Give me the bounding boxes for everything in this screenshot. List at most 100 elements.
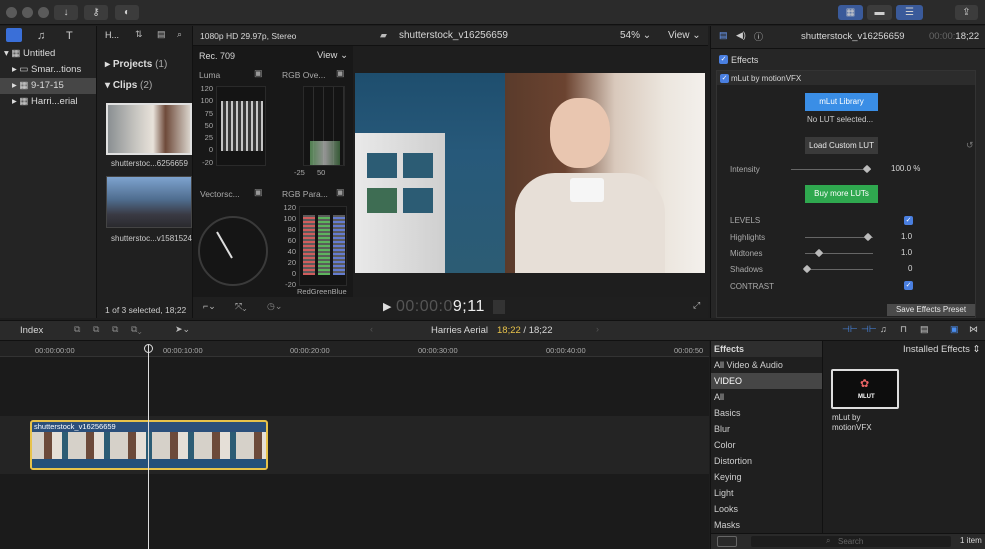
- play-button[interactable]: ▶: [383, 300, 391, 313]
- scope-settings-icon[interactable]: ▣: [336, 68, 345, 79]
- effects-category-item[interactable]: Color: [711, 437, 822, 453]
- effects-search-field[interactable]: ⌕ Search: [751, 536, 951, 547]
- transitions-browser-icon[interactable]: ⋈: [969, 324, 978, 335]
- highlights-slider[interactable]: [805, 237, 873, 238]
- library-icon[interactable]: [6, 28, 22, 42]
- luma-scope-title: Luma: [199, 70, 221, 80]
- skimming-icon[interactable]: ⊣⊢: [842, 324, 858, 335]
- load-custom-lut-button[interactable]: Load Custom LUT: [805, 137, 878, 154]
- clips-section[interactable]: ▾ Clips (2): [105, 80, 152, 91]
- speed-icon[interactable]: ◷⌄: [267, 301, 282, 312]
- clip-thumbnail-2[interactable]: [106, 176, 192, 228]
- grid-icon: ▦: [845, 7, 856, 18]
- mlut-effect-thumbnail[interactable]: ✿ MLUT: [831, 369, 899, 409]
- overwrite-clip-icon[interactable]: ⧉⌄: [131, 324, 142, 335]
- crop-tool-icon[interactable]: ⌐⌄: [203, 301, 216, 312]
- effects-category-item[interactable]: Masks: [711, 517, 822, 529]
- audio-inspector-icon[interactable]: ◀): [736, 30, 746, 41]
- intensity-slider[interactable]: [791, 169, 871, 170]
- back-arrow-icon[interactable]: ‹: [370, 324, 373, 334]
- viewer-video-frame[interactable]: [355, 73, 705, 273]
- clip-filmstrip: [32, 432, 266, 459]
- scope-view-menu[interactable]: View ⌄: [317, 50, 348, 61]
- library-item-untitled[interactable]: ▾ ▦ Untitled: [4, 46, 55, 62]
- library-item-smart-collections[interactable]: ▸ ▭ Smar...tions: [12, 62, 81, 78]
- effects-category-item[interactable]: All: [711, 389, 822, 405]
- library-item-event-9-17-15[interactable]: ▸ ▦ 9-17-15: [0, 78, 96, 94]
- minimize-window-button[interactable]: [22, 7, 33, 18]
- intensity-value[interactable]: 100.0 %: [891, 164, 920, 173]
- append-clip-icon[interactable]: ⧉: [112, 324, 118, 335]
- timeline-clip[interactable]: shutterstock_v16256659: [30, 420, 268, 470]
- installed-effects-menu[interactable]: Installed Effects ⇕: [903, 344, 981, 355]
- connect-clip-icon[interactable]: ⧉: [74, 324, 80, 335]
- contrast-checkbox[interactable]: ✓: [904, 281, 913, 290]
- effects-browser-icon[interactable]: ▣: [950, 324, 959, 335]
- libraries-layout-button[interactable]: ▦: [838, 5, 863, 20]
- import-button[interactable]: ↓: [54, 5, 78, 20]
- effects-category-item[interactable]: Light: [711, 485, 822, 501]
- reset-icon[interactable]: ↺: [966, 140, 974, 151]
- effects-category-item[interactable]: Keying: [711, 469, 822, 485]
- highlights-value[interactable]: 1.0: [901, 232, 912, 241]
- midtones-knob[interactable]: [814, 248, 824, 258]
- timeline[interactable]: 00:00:00:00 00:00:10:00 00:00:20:00 00:0…: [0, 341, 709, 549]
- zoom-dropdown[interactable]: 54% ⌄: [620, 30, 651, 41]
- close-window-button[interactable]: [6, 7, 17, 18]
- shadows-slider[interactable]: [805, 269, 873, 270]
- keywords-button[interactable]: ⚷: [84, 5, 108, 20]
- forward-arrow-icon[interactable]: ›: [596, 324, 599, 334]
- effects-category-item[interactable]: VIDEO: [711, 373, 822, 389]
- info-inspector-icon[interactable]: ⓘ: [754, 30, 763, 43]
- scope-settings-icon[interactable]: ▣: [336, 187, 345, 198]
- zoom-window-button[interactable]: [38, 7, 49, 18]
- save-effects-preset-button[interactable]: Save Effects Preset: [887, 304, 975, 316]
- share-button[interactable]: ⇪: [955, 5, 978, 20]
- mlut-effect-checkbox[interactable]: ✓: [720, 74, 729, 83]
- timeline-layout-button[interactable]: ▬: [867, 5, 892, 20]
- filmstrip-icon[interactable]: ▤: [157, 29, 166, 40]
- levels-checkbox[interactable]: ✓: [904, 216, 913, 225]
- projects-section[interactable]: ▸ Projects (1): [105, 59, 167, 70]
- scope-settings-icon[interactable]: ▣: [254, 187, 263, 198]
- clip-appearance-icon[interactable]: ▤: [920, 324, 929, 335]
- effects-category-item[interactable]: Blur: [711, 421, 822, 437]
- sort-icon[interactable]: ⇅: [135, 29, 143, 40]
- fullscreen-icon[interactable]: ⤢: [693, 300, 700, 311]
- background-tasks-button[interactable]: ◐: [115, 5, 139, 20]
- playhead[interactable]: [148, 345, 149, 549]
- search-icon[interactable]: ⌕: [177, 29, 182, 40]
- shadows-value[interactable]: 0: [908, 264, 912, 273]
- library-item-harries-aerial[interactable]: ▸ ▦ Harri...erial: [12, 94, 78, 110]
- sidebar-toggle-icon[interactable]: [717, 536, 737, 547]
- highlights-knob[interactable]: [863, 232, 873, 242]
- audio-meter-icon: [493, 300, 505, 314]
- mlut-library-button[interactable]: mLut Library: [805, 93, 878, 111]
- photos-icon[interactable]: ♫: [37, 30, 45, 42]
- transform-tool-icon[interactable]: ⤧⌄: [235, 301, 246, 312]
- titles-icon[interactable]: T: [66, 30, 73, 42]
- effects-category-item[interactable]: Distortion: [711, 453, 822, 469]
- buy-more-luts-button[interactable]: Buy more LUTs: [805, 185, 878, 203]
- insert-clip-icon[interactable]: ⧉: [93, 324, 99, 335]
- effects-category-item[interactable]: All Video & Audio: [711, 357, 822, 373]
- viewer-view-menu[interactable]: View ⌄: [668, 30, 701, 41]
- intensity-knob[interactable]: [862, 164, 872, 174]
- midtones-value[interactable]: 1.0: [901, 248, 912, 257]
- browser-header[interactable]: H...: [105, 30, 119, 40]
- effects-category-item[interactable]: Basics: [711, 405, 822, 421]
- clip-thumbnail-1[interactable]: [106, 103, 192, 155]
- scope-settings-icon[interactable]: ▣: [254, 68, 263, 79]
- video-inspector-icon[interactable]: ▤: [719, 30, 728, 41]
- effects-checkbox[interactable]: ✓: [719, 55, 728, 64]
- effects-category-item[interactable]: Looks: [711, 501, 822, 517]
- playhead-handle[interactable]: [144, 344, 153, 353]
- shadows-knob[interactable]: [802, 264, 812, 274]
- select-tool-icon[interactable]: ➤⌄: [175, 324, 190, 335]
- headphones-icon[interactable]: ♫: [880, 324, 887, 334]
- timeline-ruler[interactable]: [0, 341, 709, 357]
- inspector-layout-button[interactable]: ☰: [896, 5, 923, 20]
- audio-skimming-icon[interactable]: ⊣⊢: [861, 324, 877, 335]
- snapping-icon[interactable]: ⊓: [900, 324, 907, 335]
- index-button[interactable]: Index: [20, 325, 43, 336]
